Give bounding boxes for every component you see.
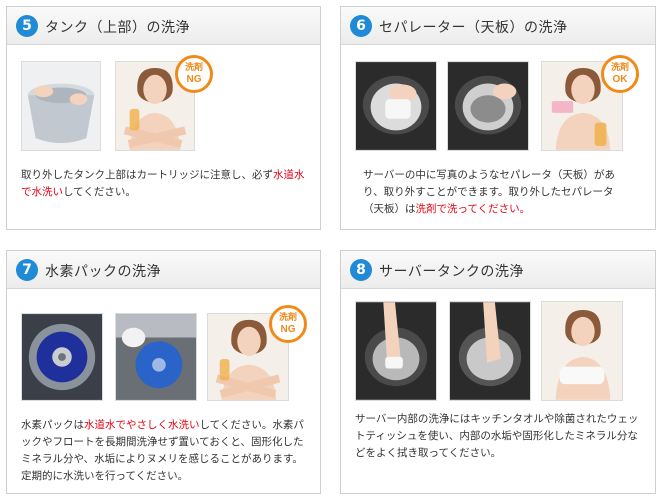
section-6-header: 6 セパレーター（天板）の洗浄	[341, 7, 655, 45]
badge-line2: OK	[612, 74, 628, 85]
section-5-card: 5 タンク（上部）の洗浄 洗剤 NG 取り外したタンク上部はカートリッジに注意し…	[6, 6, 321, 230]
badge-line1: 洗剤	[610, 63, 629, 73]
section-title: セパレーター（天板）の洗浄	[379, 20, 568, 36]
section-6-description: サーバーの中に写真のようなセパレータ（天板）があり、取り外すことができます。取り…	[363, 169, 615, 215]
section-number: 8	[350, 259, 372, 281]
section-8-header: 8 サーバータンクの洗浄	[341, 251, 655, 289]
badge-line1: 洗剤	[278, 313, 297, 323]
section-number: 6	[350, 15, 372, 37]
server-tank-photo	[449, 301, 531, 401]
section-title: サーバータンクの洗浄	[379, 264, 524, 280]
section-number: 7	[16, 259, 38, 281]
section-8-card: 8 サーバータンクの洗浄 サーバー内部の洗浄にはキッチンタオルや除菌されたウェッ…	[340, 250, 656, 494]
badge-line2: NG	[186, 74, 202, 85]
warning-text: 洗剤で洗ってください。	[415, 203, 531, 215]
section-6-card: 6 セパレーター（天板）の洗浄 洗剤 OK サーバーの中に写真のようなセパレータ…	[340, 6, 656, 230]
detergent-ok-badge: 洗剤 OK	[601, 55, 639, 93]
section-7-card: 7 水素パックの洗浄 洗剤 NG 水素パックは水道水でやさしく水洗いしてください…	[6, 250, 321, 494]
woman-photo	[541, 301, 623, 401]
section-title: タンク（上部）の洗浄	[45, 20, 190, 36]
badge-line1: 洗剤	[184, 63, 203, 73]
separator-photo	[355, 61, 437, 151]
section-5-header: 5 タンク（上部）の洗浄	[7, 7, 320, 45]
section-title: 水素パックの洗浄	[45, 264, 161, 280]
section-7-description: 水素パックは水道水でやさしく水洗いしてください。水素パックやフロートを長期間洗浄…	[21, 419, 304, 482]
tank-photo	[21, 61, 101, 151]
detergent-ng-badge: 洗剤 NG	[175, 55, 213, 93]
warning-text: 水道水でやさしく水洗い	[84, 419, 200, 431]
section-5-description: 取り外したタンク上部はカートリッジに注意し、必ず水道水で水洗いしてください。	[21, 169, 305, 198]
section-8-description: サーバー内部の洗浄にはキッチンタオルや除菌されたウェットティッシュを使い、内部の…	[355, 413, 639, 459]
badge-line2: NG	[280, 324, 296, 335]
server-tank-photo	[355, 301, 437, 401]
section-7-header: 7 水素パックの洗浄	[7, 251, 320, 289]
separator-photo	[447, 61, 529, 151]
section-number: 5	[16, 15, 38, 37]
hydrogen-pack-photo	[21, 313, 103, 401]
detergent-ng-badge: 洗剤 NG	[269, 305, 307, 343]
hydrogen-pack-photo	[115, 313, 197, 401]
